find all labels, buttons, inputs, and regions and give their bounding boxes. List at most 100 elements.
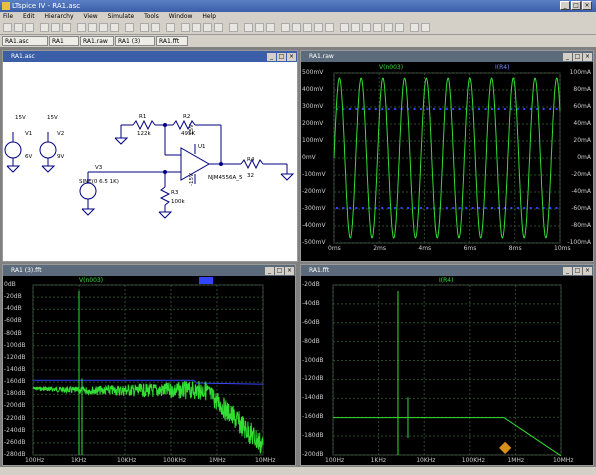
text-icon[interactable] xyxy=(410,23,419,32)
tab-ra1-raw[interactable]: RA1.raw xyxy=(80,36,114,46)
menu-tools[interactable]: Tools xyxy=(144,13,159,20)
mirror-icon[interactable] xyxy=(395,23,404,32)
schematic-canvas[interactable] xyxy=(3,62,299,263)
zoom-fit-icon[interactable] xyxy=(110,23,119,32)
pan-icon[interactable] xyxy=(88,23,97,32)
pane-minimize-button[interactable]: _ xyxy=(563,53,572,61)
transient-y-left-tick: -300mV xyxy=(302,205,326,212)
label-net-icon[interactable] xyxy=(266,23,275,32)
transient-y-right-tick: 0mA xyxy=(577,154,591,161)
zoom-out-icon[interactable] xyxy=(99,23,108,32)
resistor-icon[interactable] xyxy=(281,23,290,32)
cascade-icon[interactable] xyxy=(151,23,160,32)
window-title: LTspice IV - RA1.asc xyxy=(12,2,81,10)
pane-close-button[interactable]: × xyxy=(287,53,296,61)
transient-y-left-tick: 200mV xyxy=(302,120,324,127)
drag-icon[interactable] xyxy=(351,23,360,32)
halt-icon[interactable] xyxy=(62,23,71,32)
move-icon[interactable] xyxy=(340,23,349,32)
menu-hierarchy[interactable]: Hierarchy xyxy=(45,13,74,20)
pane-minimize-button[interactable]: _ xyxy=(267,53,276,61)
fft-right-pane[interactable]: RA1.fft _ □ × I(R4) ◆ -20dB -40dB -60dB -80dB… xyxy=(300,264,594,466)
fft-left-y-tick: -180dB xyxy=(4,390,26,398)
zoom-in-icon[interactable] xyxy=(77,23,86,32)
menu-file[interactable]: File xyxy=(3,13,13,20)
fft-left-y-tick: -200dB xyxy=(4,402,26,410)
diode-icon[interactable] xyxy=(314,23,323,32)
transient-y-left-tick: 100mV xyxy=(302,137,324,144)
pane-minimize-button[interactable]: _ xyxy=(265,267,274,275)
undo-icon[interactable] xyxy=(362,23,371,32)
fft-right-title: RA1.fft xyxy=(301,265,593,276)
transient-y-left-tick: -500mV xyxy=(302,239,326,246)
fft-left-plot[interactable] xyxy=(3,277,297,467)
transient-plot[interactable] xyxy=(301,63,595,263)
copy-icon[interactable] xyxy=(192,23,201,32)
fft-left-pane[interactable]: RA1 (3).fft _ □ × V(n003) 0dB -20dB -40dB -60… xyxy=(2,264,296,466)
fft-right-y-tick: -180dB xyxy=(302,432,324,440)
menu-help[interactable]: Help xyxy=(202,13,216,20)
fft-left-title: RA1 (3).fft xyxy=(3,265,295,276)
tab-ra1-3[interactable]: RA1 (3) xyxy=(115,36,155,46)
r3-value-label: 100k xyxy=(171,199,185,205)
tile-icon[interactable] xyxy=(140,23,149,32)
ground-icon[interactable] xyxy=(255,23,264,32)
fft-left-y-tick: -80dB xyxy=(4,329,22,337)
save-icon[interactable] xyxy=(25,23,34,32)
transient-y-right-tick: 20mA xyxy=(573,137,591,144)
tab-ra1-fft[interactable]: RA1.fft xyxy=(156,36,188,46)
rotate-icon[interactable] xyxy=(384,23,393,32)
r4-name-label: R4 xyxy=(247,157,255,163)
spice-directive-icon[interactable] xyxy=(421,23,430,32)
wire-icon[interactable] xyxy=(244,23,253,32)
schematic-pane[interactable]: RA1.asc _ □ × 15V V1 6V 15V V2 9V V3 SIN… xyxy=(2,50,298,262)
run-icon[interactable] xyxy=(51,23,60,32)
document-tab-bar: RA1.asc RA1 RA1.raw RA1 (3) RA1.fft xyxy=(0,35,596,47)
menu-view[interactable]: View xyxy=(83,13,97,20)
component-icon[interactable] xyxy=(325,23,334,32)
close-button[interactable]: × xyxy=(582,1,592,10)
transient-y-left-tick: 300mV xyxy=(302,103,324,110)
transient-y-right-tick: -20mA xyxy=(571,171,591,178)
pane-maximize-button[interactable]: □ xyxy=(275,267,284,275)
pane-close-button[interactable]: × xyxy=(285,267,294,275)
pane-close-button[interactable]: × xyxy=(583,267,592,275)
find-icon[interactable] xyxy=(214,23,223,32)
fft-left-y-tick: -100dB xyxy=(4,341,26,349)
autorange-icon[interactable] xyxy=(125,23,134,32)
tab-ra1-asc[interactable]: RA1.asc xyxy=(2,36,48,46)
transient-y-left-tick: 500mV xyxy=(302,69,324,76)
close-window-icon[interactable] xyxy=(166,23,175,32)
inductor-icon[interactable] xyxy=(303,23,312,32)
pane-maximize-button[interactable]: □ xyxy=(573,267,582,275)
menu-simulate[interactable]: Simulate xyxy=(108,13,135,20)
transient-x-tick: 0ms xyxy=(328,245,341,252)
new-schematic-icon[interactable] xyxy=(3,23,12,32)
pane-maximize-button[interactable]: □ xyxy=(573,53,582,61)
r1-name-label: R1 xyxy=(139,114,147,120)
fft-right-x-tick: 10MHz xyxy=(553,457,574,464)
transient-waveform-pane[interactable]: RA1.raw _ □ × V(n003) I(R4) 500mV 100mA 400m… xyxy=(300,50,594,262)
cut-icon[interactable] xyxy=(181,23,190,32)
v1-name-label: V1 xyxy=(25,131,33,137)
pane-minimize-button[interactable]: _ xyxy=(563,267,572,275)
fft-right-y-tick: -120dB xyxy=(302,375,324,383)
fft-right-y-tick: -80dB xyxy=(302,337,320,345)
pane-close-button[interactable]: × xyxy=(583,53,592,61)
pane-maximize-button[interactable]: □ xyxy=(277,53,286,61)
redo-icon[interactable] xyxy=(373,23,382,32)
print-icon[interactable] xyxy=(229,23,238,32)
menu-edit[interactable]: Edit xyxy=(23,13,35,20)
minimize-button[interactable]: _ xyxy=(560,1,570,10)
transient-x-tick: 6ms xyxy=(463,245,477,252)
transient-x-tick: 8ms xyxy=(508,245,522,252)
open-icon[interactable] xyxy=(14,23,23,32)
maximize-button[interactable]: □ xyxy=(571,1,581,10)
tab-ra1[interactable]: RA1 xyxy=(49,36,79,46)
u1-name-label: U1 xyxy=(198,144,206,150)
capacitor-icon[interactable] xyxy=(292,23,301,32)
menu-bar: File Edit Hierarchy View Simulate Tools … xyxy=(0,12,596,21)
paste-icon[interactable] xyxy=(203,23,212,32)
menu-window[interactable]: Window xyxy=(169,13,193,20)
control-panel-icon[interactable] xyxy=(40,23,49,32)
